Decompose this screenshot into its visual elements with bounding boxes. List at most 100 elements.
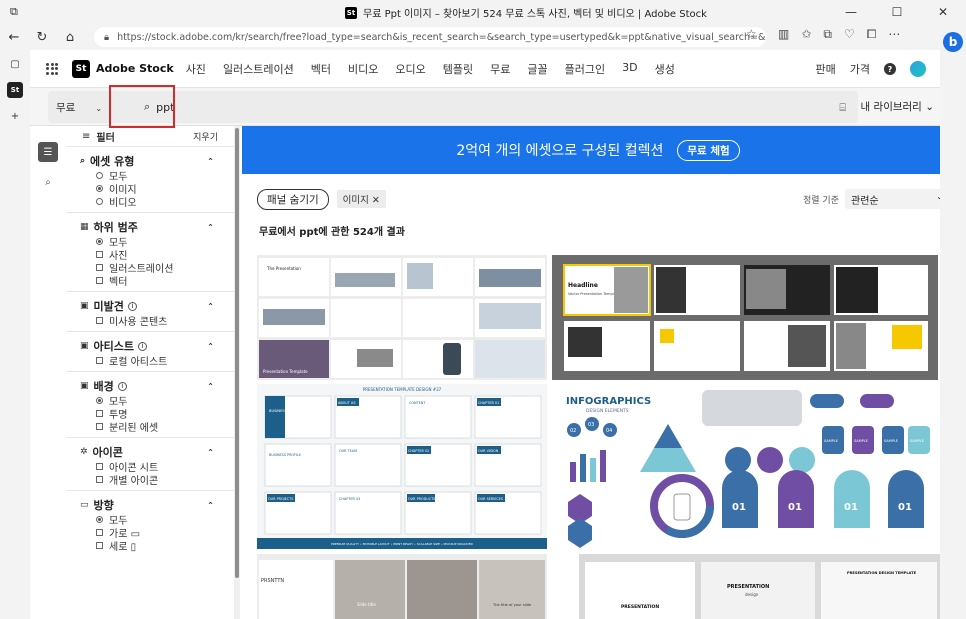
- filter-checkbox[interactable]: 로컬 아티스트: [80, 354, 234, 368]
- help-icon[interactable]: ?: [884, 63, 896, 75]
- adobe-stock-logo[interactable]: St: [72, 59, 90, 78]
- maximize-button[interactable]: ☐: [874, 0, 920, 24]
- nav-link[interactable]: 사진: [186, 61, 206, 77]
- nav-link[interactable]: 글꼴: [527, 61, 547, 77]
- result-thumbnail[interactable]: Headline Vector Presentation Template: [552, 255, 938, 380]
- nav-link[interactable]: 무료: [490, 61, 510, 77]
- filter-radio[interactable]: 이미지: [80, 182, 234, 196]
- filter-section-header[interactable]: ▣ 아티스트 i ⌃: [80, 338, 234, 354]
- collections-icon[interactable]: ⧉: [823, 27, 832, 42]
- radio-icon[interactable]: [96, 397, 103, 404]
- chevron-up-icon[interactable]: ⌃: [207, 302, 214, 311]
- close-button[interactable]: ✕: [920, 0, 966, 24]
- split-screen-icon[interactable]: ▥: [778, 27, 789, 42]
- workspaces-icon[interactable]: ⧉: [10, 5, 18, 19]
- info-icon[interactable]: i: [117, 381, 127, 391]
- chevron-up-icon[interactable]: ⌃: [207, 382, 214, 391]
- checkbox-icon[interactable]: [96, 410, 103, 417]
- filter-radio[interactable]: 모두: [80, 394, 234, 408]
- copilot-icon[interactable]: b: [943, 32, 963, 52]
- checkbox-icon[interactable]: [96, 357, 103, 364]
- favorites-bar-icon[interactable]: ✩: [801, 27, 811, 42]
- filter-checkbox[interactable]: 분리된 에셋: [80, 420, 234, 434]
- nav-link[interactable]: 벡터: [311, 61, 331, 77]
- info-icon[interactable]: i: [127, 301, 137, 311]
- radio-icon[interactable]: [96, 238, 103, 245]
- radio-icon[interactable]: [96, 516, 103, 523]
- filters-toggle-icon[interactable]: ☰: [38, 142, 58, 162]
- avatar[interactable]: [910, 61, 926, 77]
- new-tab-icon[interactable]: +: [7, 108, 23, 124]
- minimize-button[interactable]: —: [828, 0, 874, 24]
- filter-section-header[interactable]: ⌕ 에셋 유형 ⌃: [80, 153, 234, 169]
- filter-section-header[interactable]: ▦ 하위 범주 ⌃: [80, 219, 234, 235]
- nav-link[interactable]: 오디오: [395, 61, 425, 77]
- refresh-icon[interactable]: ↻: [28, 30, 56, 45]
- result-thumbnail[interactable]: PRESENTATION PRESENTATION design PRESENT…: [579, 554, 940, 619]
- filter-radio[interactable]: 모두: [80, 513, 234, 527]
- tab-actions-icon[interactable]: ▢: [7, 56, 23, 72]
- search-input[interactable]: ⌕ ppt: [128, 91, 828, 123]
- my-library-button[interactable]: 내 라이브러리 ⌄: [861, 99, 934, 114]
- filter-section-header[interactable]: ✲ 아이콘 ⌃: [80, 444, 234, 460]
- home-icon[interactable]: ⌂: [56, 30, 84, 45]
- back-icon[interactable]: ←: [0, 30, 28, 45]
- result-thumbnail[interactable]: PRESENTATION TEMPLATE DESIGN #37 BUSINES…: [257, 384, 547, 549]
- visual-search-icon[interactable]: ⌸: [839, 101, 846, 115]
- checkbox-icon[interactable]: [96, 529, 103, 536]
- filter-checkbox[interactable]: 미사용 콘텐츠: [80, 314, 234, 328]
- nav-link[interactable]: 비디오: [348, 61, 378, 77]
- chevron-up-icon[interactable]: ⌃: [207, 223, 214, 232]
- checkbox-icon[interactable]: [96, 317, 103, 324]
- tab-adobe-stock[interactable]: St: [7, 82, 23, 98]
- visual-search-icon[interactable]: ⌕: [38, 172, 58, 192]
- chevron-up-icon[interactable]: ⌃: [207, 157, 214, 166]
- chevron-up-icon[interactable]: ⌃: [207, 501, 214, 510]
- filter-radio[interactable]: 모두: [80, 169, 234, 183]
- result-thumbnail[interactable]: INFOGRAPHICS DESIGN ELEMENTS 02 03 04 SA…: [552, 384, 938, 549]
- brand-name[interactable]: Adobe Stock: [96, 62, 174, 75]
- filter-checkbox[interactable]: 가로 ▭: [80, 526, 234, 540]
- filter-radio[interactable]: 모두: [80, 235, 234, 249]
- nav-link[interactable]: 3D: [622, 61, 637, 77]
- more-icon[interactable]: ⋯: [888, 27, 900, 42]
- result-thumbnail[interactable]: PRSNTTN Slide title The title of your sl…: [257, 554, 547, 619]
- filter-section-header[interactable]: ▣ 배경 i ⌃: [80, 378, 234, 394]
- pricing-link[interactable]: 가격: [850, 61, 870, 77]
- info-icon[interactable]: i: [138, 341, 147, 351]
- filter-chip[interactable]: 이미지 ✕: [336, 190, 386, 208]
- nav-link[interactable]: 템플릿: [443, 61, 473, 77]
- apps-grid-icon[interactable]: [46, 62, 58, 75]
- url-field[interactable]: 🔒︎ https://stock.adobe.com/kr/search/fre…: [94, 27, 766, 47]
- filter-radio[interactable]: 비디오: [80, 195, 234, 209]
- hide-panel-button[interactable]: 패널 숨기기: [257, 188, 329, 210]
- clear-filters-link[interactable]: 지우기: [193, 130, 218, 143]
- checkbox-icon[interactable]: [96, 542, 103, 549]
- search-type-select[interactable]: 무료 ⌄: [56, 100, 102, 115]
- checkbox-icon[interactable]: [96, 251, 103, 258]
- filter-checkbox[interactable]: 세로 ▯: [80, 539, 234, 553]
- filter-checkbox[interactable]: 개별 아이콘: [80, 473, 234, 487]
- radio-icon[interactable]: [96, 198, 103, 205]
- checkbox-icon[interactable]: [96, 277, 103, 284]
- checkbox-icon[interactable]: [96, 476, 103, 483]
- filter-checkbox[interactable]: 벡터: [80, 274, 234, 288]
- favorite-icon[interactable]: ☆: [746, 27, 757, 41]
- browser-essentials-icon[interactable]: ♡: [844, 27, 855, 42]
- sort-select[interactable]: 관련순 ⌄: [845, 189, 940, 209]
- chevron-up-icon[interactable]: ⌃: [207, 342, 214, 351]
- radio-icon[interactable]: [96, 185, 103, 192]
- checkbox-icon[interactable]: [96, 463, 103, 470]
- nav-link[interactable]: 일러스트레이션: [223, 61, 294, 77]
- checkbox-icon[interactable]: [96, 423, 103, 430]
- extensions-icon[interactable]: ⧠: [867, 27, 877, 42]
- free-trial-button[interactable]: 무료 체험: [677, 139, 740, 161]
- filter-checkbox[interactable]: 일러스트레이션: [80, 261, 234, 275]
- radio-icon[interactable]: [96, 172, 103, 179]
- checkbox-icon[interactable]: [96, 264, 103, 271]
- result-thumbnail[interactable]: The Presentation Presentation Template: [257, 255, 547, 380]
- nav-link[interactable]: 플러그인: [565, 61, 605, 77]
- chevron-up-icon[interactable]: ⌃: [207, 448, 214, 457]
- filter-section-header[interactable]: ▭ 방향 ⌃: [80, 497, 234, 513]
- nav-link[interactable]: 생성: [655, 61, 675, 77]
